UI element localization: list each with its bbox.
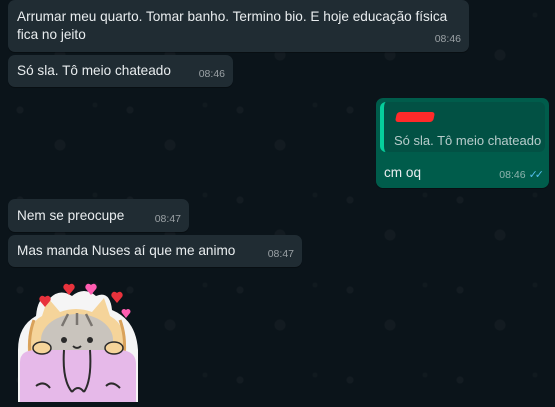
- message-text: Só sla. Tô meio chateado: [17, 63, 171, 78]
- message-text: cm oq: [384, 165, 422, 180]
- message-text: Mas manda Nuses aí que me animo: [17, 243, 236, 258]
- outgoing-message[interactable]: Só sla. Tô meio chateado cm oq 08:46 ✓✓: [376, 98, 549, 188]
- incoming-message[interactable]: Mas manda Nuses aí que me animo 08:47: [8, 235, 302, 267]
- message-time: 08:47: [267, 248, 294, 260]
- message-time-wrap: 08:46 ✓✓: [499, 166, 545, 184]
- message-time: 08:46: [198, 68, 225, 80]
- message-time: 08:46: [499, 169, 526, 181]
- message-text: Nem se preocupe: [17, 208, 125, 223]
- incoming-message[interactable]: Arrumar meu quarto. Tomar banho. Termino…: [8, 0, 469, 52]
- redacted-sender-name: [394, 112, 436, 122]
- message-time: 08:46: [434, 33, 461, 45]
- pusheen-cat-sticker[interactable]: [14, 280, 142, 402]
- quoted-message[interactable]: Só sla. Tô meio chateado: [380, 102, 545, 152]
- quoted-text: Só sla. Tô meio chateado: [394, 133, 542, 148]
- incoming-message[interactable]: Nem se preocupe 08:47: [8, 199, 189, 232]
- incoming-message[interactable]: Só sla. Tô meio chateado 08:46: [8, 55, 233, 87]
- message-time: 08:47: [154, 213, 181, 225]
- read-checkmarks-icon: ✓✓: [528, 169, 545, 181]
- message-text: Arrumar meu quarto. Tomar banho. Termino…: [17, 9, 451, 42]
